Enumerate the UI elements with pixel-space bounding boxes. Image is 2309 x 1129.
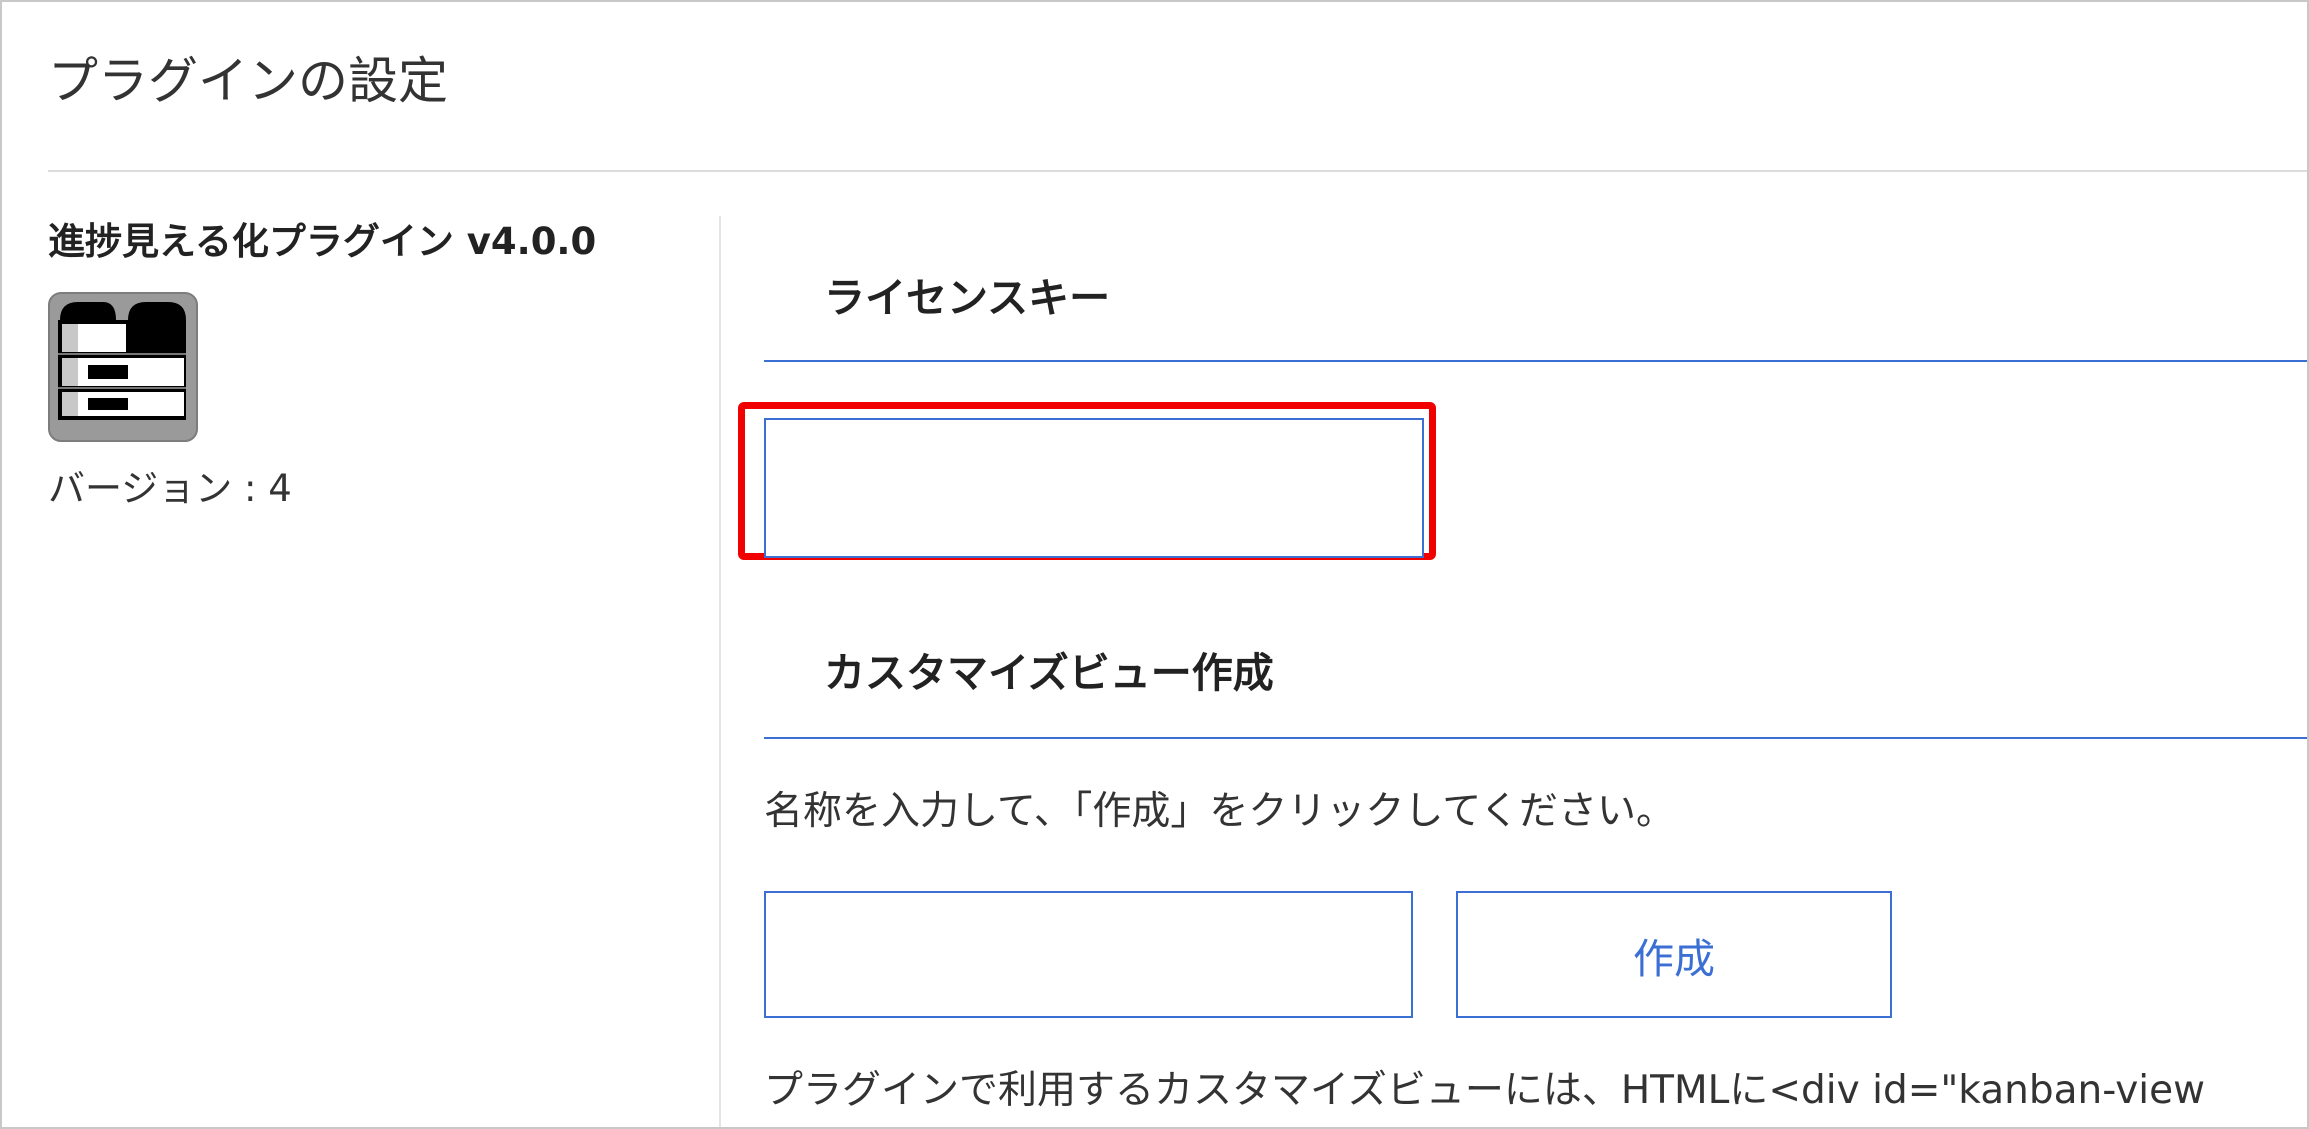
- custom-view-heading: カスタマイズビュー作成: [824, 649, 1274, 697]
- page-title: プラグインの設定: [48, 52, 448, 110]
- license-key-heading: ライセンスキー: [824, 274, 1111, 322]
- plugin-version: バージョン : 4: [48, 467, 292, 510]
- create-button[interactable]: 作成: [1456, 891, 1892, 1018]
- custom-view-section-rule: [764, 737, 2307, 739]
- plugin-settings-window: プラグインの設定 進捗見える化プラグイン v4.0.0 バージョン : 4 ライ…: [0, 0, 2309, 1129]
- custom-view-note: プラグインで利用するカスタマイズビューには、HTMLに<div id="kanb…: [764, 1068, 2206, 1113]
- settings-main: ライセンスキー カスタマイズビュー作成 名称を入力して、「作成」をクリックしてく…: [738, 2, 2307, 1127]
- license-key-input[interactable]: [764, 418, 1424, 558]
- license-section-rule: [764, 360, 2307, 362]
- column-divider: [719, 216, 721, 1127]
- view-name-input[interactable]: [764, 891, 1413, 1018]
- custom-view-instruction: 名称を入力して、「作成」をクリックしてください。: [764, 789, 1676, 834]
- plugin-name: 進捗見える化プラグイン v4.0.0: [48, 220, 597, 263]
- plugin-info-panel: 進捗見える化プラグイン v4.0.0 バージョン : 4: [48, 216, 708, 510]
- kanban-progress-plugin-icon: [48, 292, 198, 442]
